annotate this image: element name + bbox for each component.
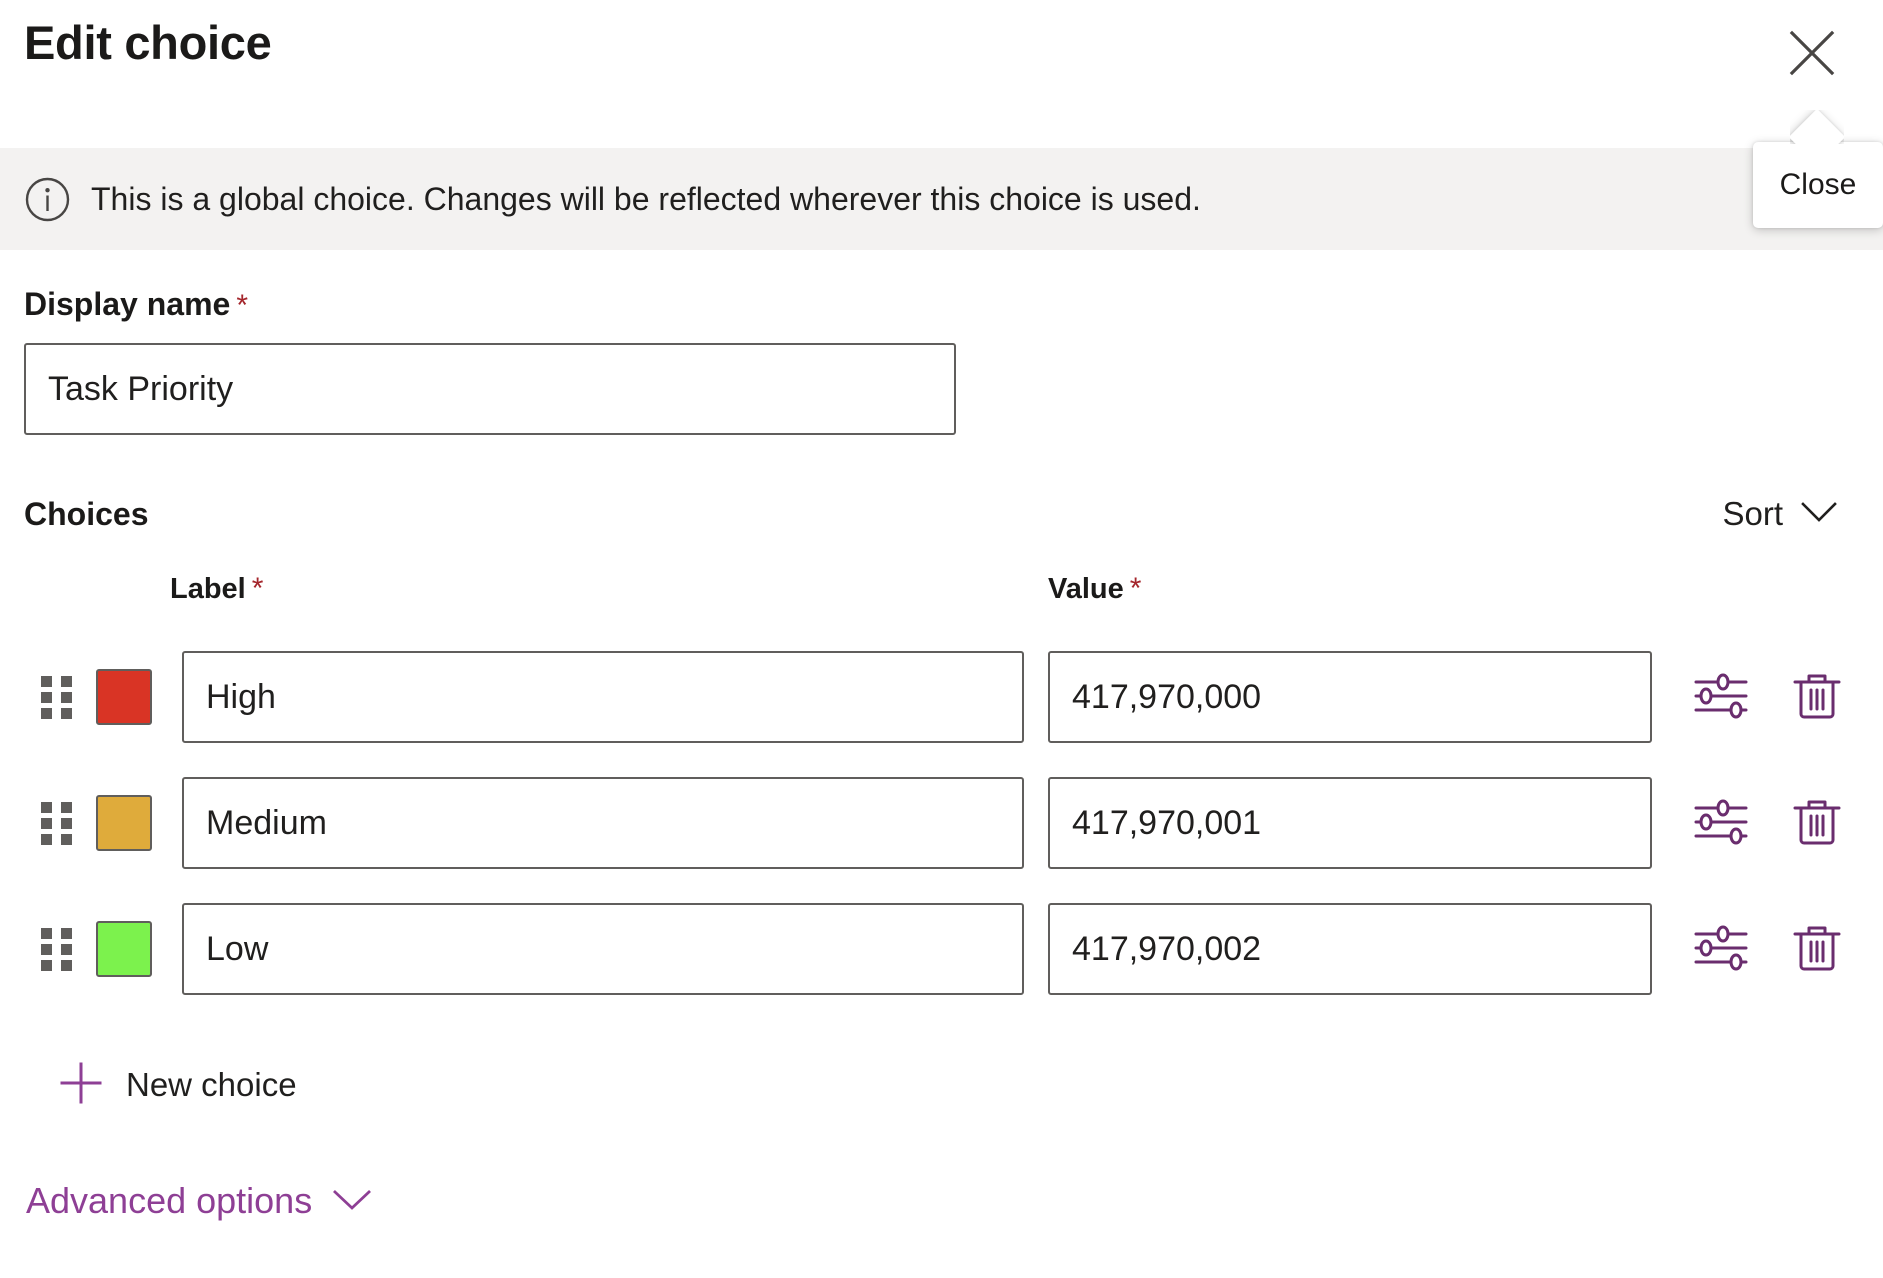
column-header-value-text: Value <box>1048 573 1124 605</box>
close-tooltip-arrow <box>1790 110 1844 144</box>
choice-label-input[interactable] <box>182 651 1024 743</box>
table-row <box>0 760 1883 886</box>
advanced-options-label: Advanced options <box>26 1183 312 1219</box>
choice-delete-button[interactable] <box>1786 918 1848 980</box>
plus-icon <box>58 1060 104 1109</box>
new-choice-button[interactable]: New choice <box>48 1052 307 1117</box>
choice-settings-button[interactable] <box>1690 666 1752 728</box>
choice-color-swatch[interactable] <box>96 921 152 977</box>
display-name-label-text: Display name <box>24 286 230 322</box>
choices-title: Choices <box>24 498 148 530</box>
choice-delete-button[interactable] <box>1786 666 1848 728</box>
new-choice-label: New choice <box>126 1068 297 1101</box>
choice-settings-button[interactable] <box>1690 918 1752 980</box>
choices-column-headers: Label* Value* <box>0 574 1883 626</box>
display-name-input[interactable] <box>24 343 956 435</box>
sort-label: Sort <box>1722 497 1783 530</box>
close-tooltip: Close <box>1753 142 1883 228</box>
sliders-settings-icon <box>1693 671 1749 724</box>
choice-value-input[interactable] <box>1048 903 1652 995</box>
sort-dropdown-button[interactable]: Sort <box>1716 493 1843 534</box>
choice-rows-list <box>0 634 1883 1012</box>
trash-icon <box>1791 668 1843 727</box>
choice-label-input[interactable] <box>182 777 1024 869</box>
choices-header: Choices Sort <box>24 493 1843 534</box>
chevron-down-icon <box>332 1188 372 1215</box>
column-header-label-text: Label <box>170 573 246 605</box>
info-message-bar: This is a global choice. Changes will be… <box>0 148 1883 250</box>
sliders-settings-icon <box>1693 923 1749 976</box>
display-name-label: Display name* <box>24 288 1883 321</box>
choice-color-swatch[interactable] <box>96 795 152 851</box>
value-required-marker: * <box>1130 572 1142 605</box>
label-required-marker: * <box>252 572 264 605</box>
choice-label-input[interactable] <box>182 903 1024 995</box>
page-title: Edit choice <box>24 14 271 73</box>
display-name-required-marker: * <box>236 289 248 322</box>
table-row <box>0 886 1883 1012</box>
choice-delete-button[interactable] <box>1786 792 1848 854</box>
drag-handle-icon[interactable] <box>40 673 74 721</box>
table-row <box>0 634 1883 760</box>
drag-handle-icon[interactable] <box>40 799 74 847</box>
chevron-down-icon <box>1801 501 1837 526</box>
trash-icon <box>1791 794 1843 853</box>
column-header-value: Value* <box>1048 574 1141 604</box>
column-header-label: Label* <box>170 574 263 604</box>
choice-settings-button[interactable] <box>1690 792 1752 854</box>
choice-value-input[interactable] <box>1048 777 1652 869</box>
sliders-settings-icon <box>1693 797 1749 850</box>
close-icon <box>1784 25 1840 81</box>
panel-header: Edit choice <box>0 0 1883 148</box>
close-button[interactable] <box>1781 22 1843 84</box>
advanced-options-toggle[interactable]: Advanced options <box>18 1177 380 1225</box>
close-tooltip-text: Close <box>1780 170 1857 200</box>
info-circle-icon <box>24 176 71 223</box>
drag-handle-icon[interactable] <box>40 925 74 973</box>
choice-value-input[interactable] <box>1048 651 1652 743</box>
panel-body: Display name* Choices Sort Label* Value* <box>0 250 1883 1225</box>
choice-color-swatch[interactable] <box>96 669 152 725</box>
trash-icon <box>1791 920 1843 979</box>
info-message-text: This is a global choice. Changes will be… <box>91 180 1201 218</box>
